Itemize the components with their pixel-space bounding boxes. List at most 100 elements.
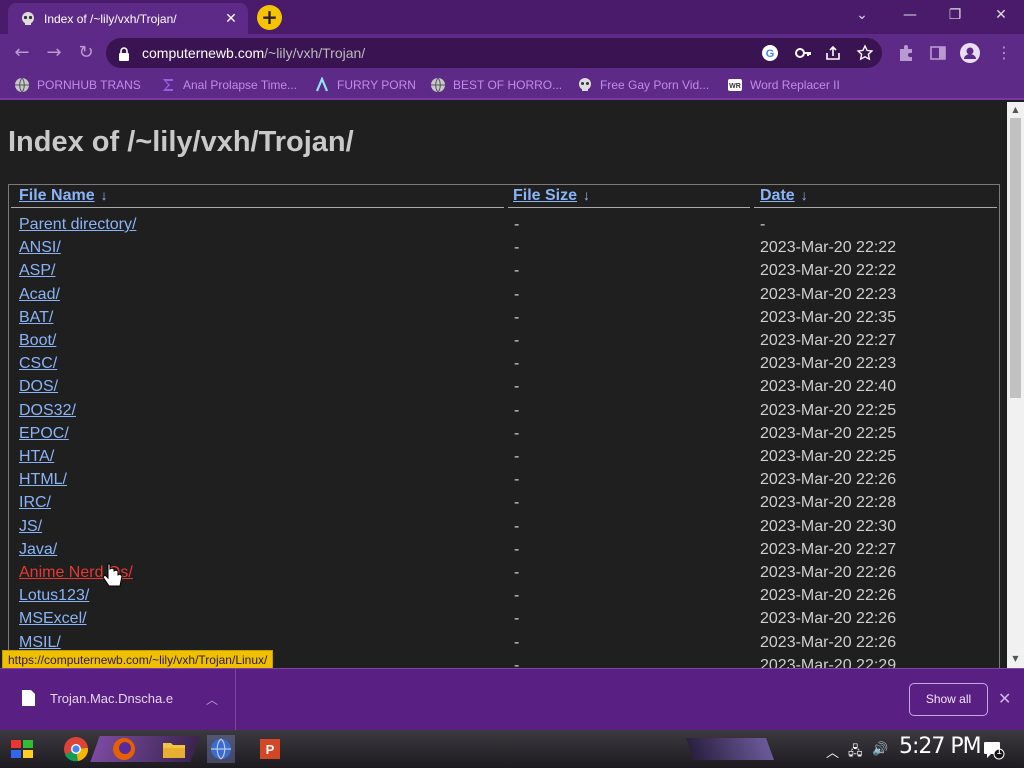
new-tab-button[interactable]: + bbox=[257, 5, 282, 30]
scroll-up-icon[interactable]: ▲ bbox=[1011, 105, 1020, 114]
sort-arrow-icon: ↓ bbox=[583, 187, 591, 203]
lambda-icon bbox=[314, 76, 330, 93]
file-name-link[interactable]: EPOC/ bbox=[19, 425, 69, 443]
file-size-cell: - bbox=[514, 285, 520, 303]
bookmark-item[interactable]: PORNHUB TRANS bbox=[14, 77, 141, 93]
wr-icon: WR bbox=[727, 77, 743, 93]
chevron-up-icon[interactable]: ︿ bbox=[206, 691, 218, 708]
file-name-link[interactable]: MSExcel/ bbox=[19, 610, 87, 628]
profile-avatar-icon[interactable] bbox=[960, 43, 980, 63]
svg-text:P: P bbox=[266, 742, 275, 757]
file-name-link[interactable]: ANSI/ bbox=[19, 239, 61, 257]
file-name-link[interactable]: DOS32/ bbox=[19, 402, 76, 420]
table-row: ANSI/ - 2023-Mar-20 22:22 bbox=[9, 237, 999, 260]
file-name-link[interactable]: MSIL/ bbox=[19, 634, 61, 652]
table-row: IRC/ - 2023-Mar-20 22:28 bbox=[9, 492, 999, 515]
header-date[interactable]: Date ↓ bbox=[760, 187, 808, 205]
tab-close-icon[interactable]: ✕ bbox=[222, 10, 240, 28]
bookmark-item[interactable]: FURRY PORN bbox=[314, 76, 416, 93]
file-name-link[interactable]: Lotus123/ bbox=[19, 587, 89, 605]
bookmark-item[interactable]: BEST OF HORRO... bbox=[430, 77, 562, 93]
key-icon[interactable] bbox=[794, 44, 812, 62]
file-name-link[interactable]: Boot/ bbox=[19, 332, 56, 350]
clock[interactable]: 5:27 PM bbox=[899, 734, 982, 759]
file-name-link[interactable]: ASP/ bbox=[19, 262, 55, 280]
network-icon[interactable]: 🖧 bbox=[848, 742, 863, 764]
tray-chevron-icon[interactable]: ︿ bbox=[826, 742, 839, 761]
skull-icon bbox=[577, 77, 593, 93]
chrome-icon[interactable] bbox=[62, 735, 90, 763]
file-icon bbox=[22, 690, 35, 706]
bookmark-label: Anal Prolapse Time... bbox=[183, 78, 298, 92]
share-icon[interactable] bbox=[824, 44, 842, 62]
file-explorer-icon[interactable] bbox=[160, 735, 188, 763]
close-icon[interactable]: ✕ bbox=[998, 689, 1011, 708]
menu-kebab-icon[interactable]: ⋮ bbox=[994, 43, 1014, 63]
file-name-link[interactable]: JS/ bbox=[19, 518, 42, 536]
file-size-cell: - bbox=[514, 216, 520, 233]
scroll-thumb[interactable] bbox=[1010, 118, 1021, 398]
file-size-cell: - bbox=[514, 262, 520, 280]
forward-button[interactable]: → bbox=[42, 41, 66, 65]
file-name-link[interactable]: BAT/ bbox=[19, 309, 53, 327]
file-name-link[interactable]: Parent directory/ bbox=[19, 216, 136, 234]
download-filename: Trojan.Mac.Dnscha.e bbox=[50, 691, 174, 706]
restore-button[interactable]: ❐ bbox=[935, 4, 975, 28]
start-button[interactable] bbox=[8, 735, 36, 763]
date-cell: 2023-Mar-20 22:35 bbox=[760, 308, 897, 326]
file-name-link[interactable]: DOS/ bbox=[19, 378, 58, 396]
reload-button[interactable]: ↻ bbox=[74, 41, 98, 65]
bookmark-item[interactable]: Free Gay Porn Vid... bbox=[577, 77, 709, 93]
tab-active[interactable]: Index of /~lily/vxh/Trojan/ ✕ bbox=[8, 3, 248, 34]
file-name-link[interactable]: HTML/ bbox=[19, 471, 67, 489]
lock-icon[interactable] bbox=[118, 46, 130, 61]
globe-app-icon[interactable] bbox=[207, 735, 235, 763]
extensions-icon[interactable] bbox=[896, 43, 916, 63]
table-row: MSExcel/ - 2023-Mar-20 22:26 bbox=[9, 608, 999, 631]
date-cell: 2023-Mar-20 22:26 bbox=[760, 610, 897, 628]
bookmark-item[interactable]: Anal Prolapse Time... bbox=[160, 77, 297, 93]
file-name-link[interactable]: HTA/ bbox=[19, 448, 54, 466]
svg-text:G: G bbox=[766, 48, 775, 60]
close-window-button[interactable]: ✕ bbox=[981, 4, 1021, 28]
download-item[interactable]: Trojan.Mac.Dnscha.e ︿ bbox=[0, 669, 236, 731]
table-row: Lotus123/ - 2023-Mar-20 22:26 bbox=[9, 585, 999, 608]
scroll-down-icon[interactable]: ▼ bbox=[1011, 654, 1020, 663]
show-all-button[interactable]: Show all bbox=[909, 683, 988, 716]
minimize-button[interactable]: — bbox=[890, 4, 930, 28]
url-domain: computernewb.com bbox=[142, 45, 265, 61]
globe-icon bbox=[14, 77, 30, 93]
google-icon[interactable]: G bbox=[761, 44, 779, 62]
date-cell: 2023-Mar-20 22:23 bbox=[760, 355, 897, 373]
file-name-link[interactable]: Acad/ bbox=[19, 286, 60, 304]
volume-icon[interactable]: 🔊 bbox=[872, 742, 888, 757]
hand-cursor-icon bbox=[102, 563, 123, 587]
url-text[interactable]: computernewb.com/~lily/vxh/Trojan/ bbox=[142, 45, 365, 61]
file-name-link[interactable]: CSC/ bbox=[19, 355, 57, 373]
file-name-link[interactable]: IRC/ bbox=[19, 494, 51, 512]
bookmark-label: PORNHUB TRANS bbox=[37, 78, 141, 92]
file-name-link[interactable]: Java/ bbox=[19, 541, 57, 559]
bookmark-item[interactable]: WR Word Replacer II bbox=[727, 77, 840, 93]
file-size-cell: - bbox=[514, 610, 520, 628]
side-panel-icon[interactable] bbox=[928, 43, 948, 63]
header-divider bbox=[754, 207, 997, 208]
file-size-cell: - bbox=[514, 517, 520, 535]
page-title: Index of /~lily/vxh/Trojan/ bbox=[8, 126, 354, 158]
header-divider bbox=[508, 207, 750, 208]
vertical-scrollbar[interactable]: ▲ ▼ bbox=[1007, 102, 1024, 668]
header-file-name[interactable]: File Name ↓ bbox=[19, 187, 108, 205]
file-size-cell: - bbox=[514, 239, 520, 257]
powerpoint-icon[interactable]: P bbox=[256, 735, 284, 763]
header-file-size[interactable]: File Size ↓ bbox=[513, 187, 590, 205]
tab-title: Index of /~lily/vxh/Trojan/ bbox=[44, 11, 177, 26]
date-cell: 2023-Mar-20 22:28 bbox=[760, 494, 897, 512]
address-bar[interactable]: computernewb.com/~lily/vxh/Trojan/ G bbox=[106, 38, 882, 68]
notification-icon[interactable]: 1 bbox=[983, 740, 1005, 760]
date-cell: 2023-Mar-20 22:25 bbox=[760, 401, 897, 419]
tab-search-icon[interactable]: ⌄ bbox=[842, 4, 882, 28]
firefox-icon[interactable] bbox=[110, 735, 138, 763]
file-size-cell: - bbox=[514, 378, 520, 396]
bookmark-star-icon[interactable] bbox=[856, 44, 874, 62]
back-button[interactable]: ← bbox=[10, 41, 34, 65]
